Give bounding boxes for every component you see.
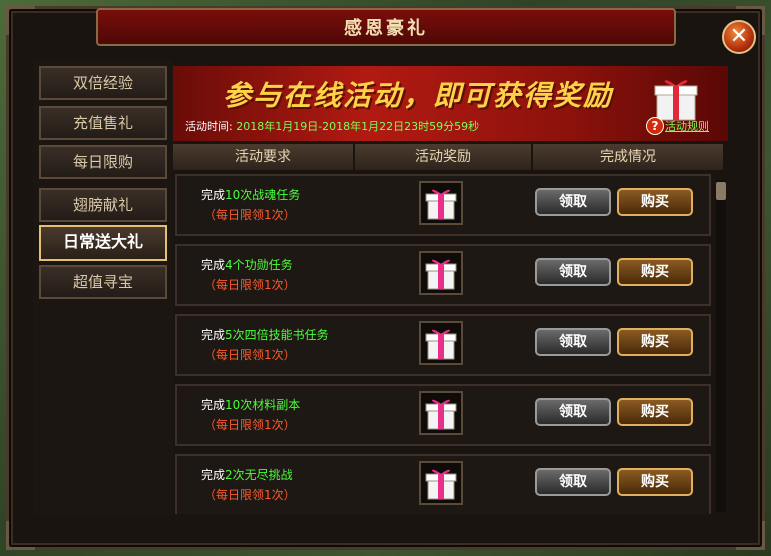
sidebar-item-double-exp[interactable]: 双倍经验 [39, 66, 167, 100]
task-limit: （每日限领1次） [204, 418, 296, 432]
frame-corner-bl [6, 521, 35, 550]
task-name: 10次战魂任务 [225, 188, 301, 202]
banner-title: 参与在线活动，即可获得奖励 [223, 79, 614, 112]
claim-button[interactable]: 领取 [535, 468, 611, 496]
claim-button[interactable]: 领取 [535, 398, 611, 426]
scrollbar-thumb[interactable] [716, 182, 726, 200]
window-titlebar: 感恩豪礼 [96, 8, 676, 46]
task-requirement: 完成2次无尽挑战 [201, 466, 293, 483]
task-prefix: 完成 [201, 328, 226, 342]
sidebar-item-daily-limit[interactable]: 每日限购 [39, 145, 167, 179]
claim-button[interactable]: 领取 [535, 188, 611, 216]
buy-button[interactable]: 购买 [617, 328, 693, 356]
gift-box-icon [425, 399, 457, 430]
task-limit: （每日限领1次） [204, 208, 296, 222]
reward-slot[interactable] [419, 391, 463, 435]
task-requirement: 完成4个功勋任务 [201, 256, 293, 273]
column-header-status: 完成情况 [533, 144, 723, 170]
sidebar: 双倍经验 充值售礼 每日限购 翅膀献礼 日常送大礼 超值寻宝 [33, 60, 173, 515]
buy-button[interactable]: 购买 [617, 258, 693, 286]
sidebar-item-treasure-hunt[interactable]: 超值寻宝 [39, 265, 167, 299]
gift-box-icon [425, 329, 457, 360]
gift-box-icon [654, 80, 698, 121]
reward-slot[interactable] [419, 461, 463, 505]
main-panel: 参与在线活动，即可获得奖励 活动时间: 2018年1月19日-2018年1月22… [173, 66, 728, 516]
gift-box-icon [425, 189, 457, 220]
sidebar-item-recharge-gift[interactable]: 充值售礼 [39, 106, 167, 140]
window-title: 感恩豪礼 [344, 18, 428, 39]
list-item: 完成4个功勋任务 （每日限领1次） 领取 购买 [175, 244, 711, 306]
task-name: 10次材料副本 [225, 398, 301, 412]
buy-button[interactable]: 购买 [617, 188, 693, 216]
close-icon: ✕ [729, 24, 749, 49]
list-item: 完成2次无尽挑战 （每日限领1次） 领取 购买 [175, 454, 711, 514]
column-header-reward: 活动奖励 [355, 144, 531, 170]
reward-slot[interactable] [419, 181, 463, 225]
task-name: 2次无尽挑战 [225, 468, 293, 482]
task-limit: （每日限领1次） [204, 278, 296, 292]
task-prefix: 完成 [201, 258, 226, 272]
task-limit: （每日限领1次） [204, 348, 296, 362]
sidebar-item-wings-gift[interactable]: 翅膀献礼 [39, 188, 167, 222]
frame-corner-br [736, 521, 765, 550]
rules-link[interactable]: 活动规则 [665, 118, 709, 134]
frame-corner-tl [6, 6, 35, 35]
reward-slot[interactable] [419, 321, 463, 365]
task-name: 4个功勋任务 [225, 258, 293, 272]
event-time-value: 2018年1月19日-2018年1月22日23时59分59秒 [236, 120, 480, 133]
help-icon[interactable]: ? [646, 117, 664, 135]
task-name: 5次四倍技能书任务 [225, 328, 329, 342]
close-button[interactable]: ✕ [722, 20, 756, 54]
gift-box-icon [425, 469, 457, 500]
task-list: 完成10次战魂任务 （每日限领1次） 领取 购买 完成4个功勋任务 （每日限领1… [173, 174, 713, 514]
event-time-label: 活动时间: [185, 120, 233, 133]
buy-button[interactable]: 购买 [617, 398, 693, 426]
event-time: 活动时间: 2018年1月19日-2018年1月22日23时59分59秒 [185, 118, 479, 134]
task-requirement: 完成10次材料副本 [201, 396, 300, 413]
task-limit: （每日限领1次） [204, 488, 296, 502]
task-prefix: 完成 [201, 398, 226, 412]
list-item: 完成10次战魂任务 （每日限领1次） 领取 购买 [175, 174, 711, 236]
list-item: 完成5次四倍技能书任务 （每日限领1次） 领取 购买 [175, 314, 711, 376]
buy-button[interactable]: 购买 [617, 468, 693, 496]
task-prefix: 完成 [201, 188, 226, 202]
list-item: 完成10次材料副本 （每日限领1次） 领取 购买 [175, 384, 711, 446]
gift-box-icon [425, 259, 457, 290]
task-requirement: 完成10次战魂任务 [201, 186, 300, 203]
column-header-requirement: 活动要求 [173, 144, 353, 170]
scrollbar-track[interactable] [716, 180, 726, 512]
claim-button[interactable]: 领取 [535, 328, 611, 356]
claim-button[interactable]: 领取 [535, 258, 611, 286]
task-prefix: 完成 [201, 468, 226, 482]
task-requirement: 完成5次四倍技能书任务 [201, 326, 329, 343]
reward-slot[interactable] [419, 251, 463, 295]
sidebar-item-daily-gift[interactable]: 日常送大礼 [39, 225, 167, 261]
event-banner: 参与在线活动，即可获得奖励 活动时间: 2018年1月19日-2018年1月22… [173, 66, 728, 141]
